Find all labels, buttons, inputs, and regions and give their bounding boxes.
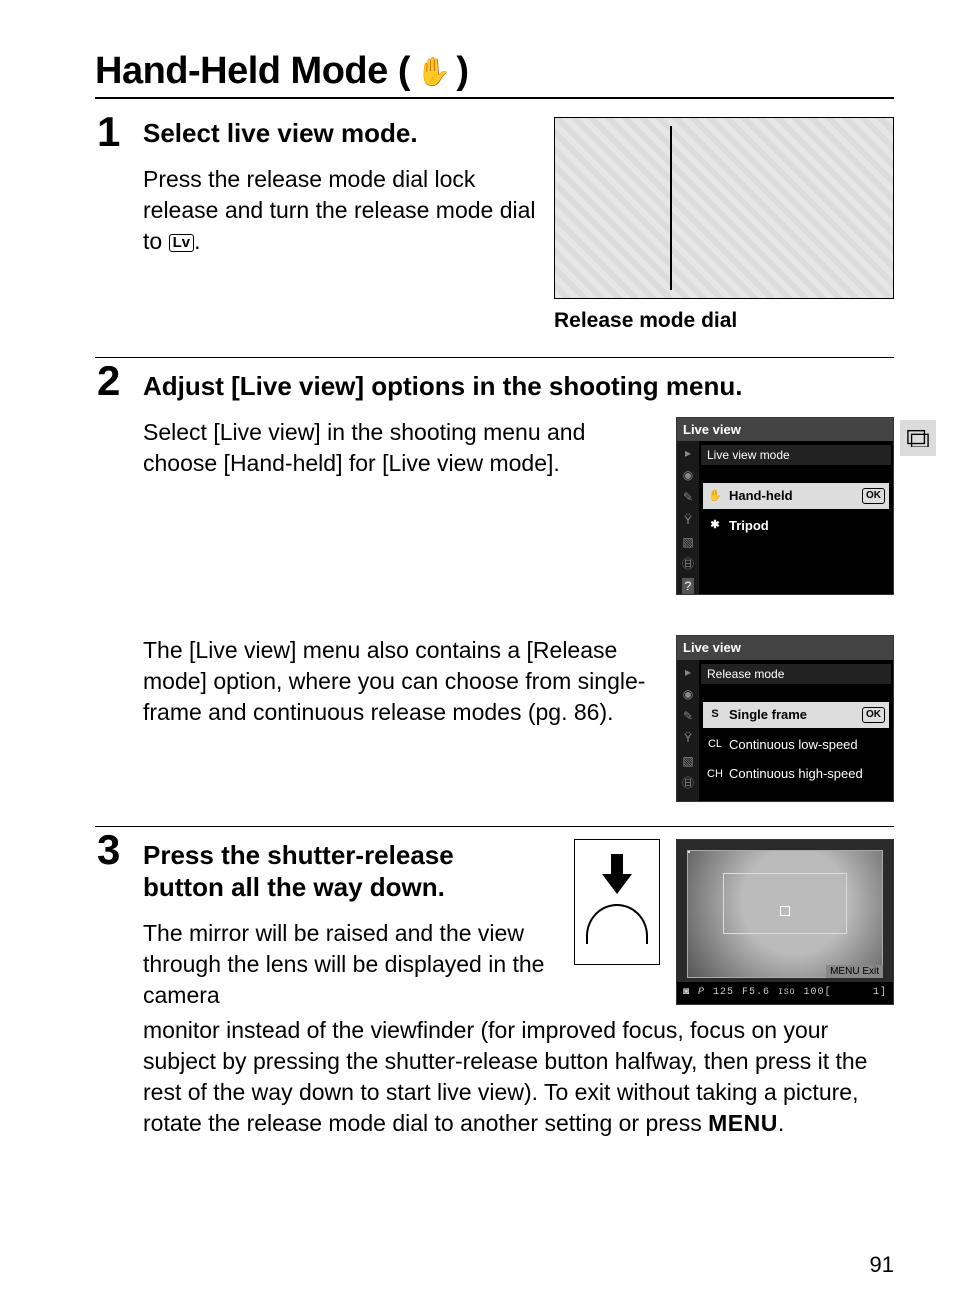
step-1-body: Press the release mode dial lock release…: [143, 164, 536, 257]
step-1-body-a: Press the release mode dial lock release…: [143, 166, 536, 254]
page-title: Hand-Held Mode ( ✋ ): [95, 50, 894, 99]
title-prefix: Hand-Held Mode (: [95, 50, 410, 93]
hand-held-icon: ✋: [416, 55, 450, 88]
menu-screenshot-live-view-mode: Live view ▸◉✎Ÿ▧㊐? Live view mode ✋ Hand-…: [676, 417, 894, 596]
lv-iso: 100[: [803, 987, 831, 998]
step-3-number: 3: [97, 829, 120, 871]
lv-glyph-icon: Lv: [169, 234, 195, 253]
step-1-heading: Select live view mode.: [143, 117, 536, 150]
step-3-para-b-wrap: monitor instead of the viewfinder (for i…: [143, 1015, 894, 1139]
lv-mode-p: P: [698, 987, 705, 998]
live-view-monitor-figure: MENU Exit ◙ P 125 F5.6 ISO 100[ 1]: [676, 839, 894, 1005]
ok-badge: OK: [862, 707, 885, 723]
menu2-row3-lead: CH: [707, 767, 723, 782]
focus-point-icon: [780, 906, 790, 916]
hand-held-item-icon: ✋: [707, 489, 723, 504]
hand-outline-icon: [586, 904, 648, 944]
live-view-info-bar: ◙ P 125 F5.6 ISO 100[ 1]: [677, 982, 893, 1004]
menu2-row2-lead: CL: [707, 737, 723, 752]
release-mode-dial-figure: [554, 117, 894, 299]
title-suffix: ): [456, 50, 468, 93]
lv-iso-label: ISO: [778, 988, 795, 997]
menu2-subtitle: Release mode: [701, 664, 891, 684]
menu-word: MENU: [708, 1110, 778, 1136]
menu2-row1-lead: S: [707, 707, 723, 722]
step-2-para2: The [Live view] menu also contains a [Re…: [143, 635, 658, 728]
live-view-frame: [687, 850, 883, 978]
step-1: 1 Select live view mode. Press the relea…: [95, 117, 894, 333]
tripod-item-icon: ✱: [707, 518, 723, 533]
lv-icon: ◙: [683, 987, 690, 998]
menu2-row3-label: Continuous high-speed: [729, 765, 863, 783]
arrow-down-icon: [602, 854, 632, 894]
menu1-item-tripod-label: Tripod: [729, 517, 769, 535]
menu1-item-handheld: ✋ Hand-held OK: [703, 483, 889, 509]
press-shutter-figure: [574, 839, 660, 965]
menu-screenshot-release-mode: Live view ▸◉✎Ÿ▧㊐ Release mode S Single f…: [676, 635, 894, 801]
menu2-row2-label: Continuous low-speed: [729, 736, 858, 754]
side-tab-icon: [900, 420, 936, 456]
menu2-item-ch: CH Continuous high-speed: [703, 761, 889, 787]
step-2-number: 2: [97, 360, 120, 402]
menu1-title: Live view: [677, 418, 893, 442]
menu2-sidebar-icons: ▸◉✎Ÿ▧㊐: [677, 660, 699, 801]
release-mode-dial-caption: Release mode dial: [554, 309, 894, 333]
menu2-title: Live view: [677, 636, 893, 660]
menu1-item-tripod: ✱ Tripod: [703, 513, 889, 539]
page-number: 91: [870, 1252, 894, 1278]
step-1-number: 1: [97, 111, 120, 153]
step-2: 2 Adjust [Live view] options in the shoo…: [95, 357, 894, 802]
menu2-item-single: S Single frame OK: [703, 702, 889, 728]
menu1-item-handheld-label: Hand-held: [729, 487, 793, 505]
menu1-sidebar-icons: ▸◉✎Ÿ▧㊐?: [677, 441, 699, 594]
menu1-subtitle: Live view mode: [701, 445, 891, 465]
step-3: 3 Press the shutter-release button all t…: [95, 826, 894, 1139]
step-3-para-c: .: [778, 1110, 784, 1136]
menu-exit-badge: MENU Exit: [826, 965, 883, 978]
step-3-para-a: The mirror will be raised and the view t…: [143, 918, 556, 1011]
lv-aperture: F5.6: [742, 987, 770, 998]
step-2-para1: Select [Live view] in the shooting menu …: [143, 417, 658, 479]
step-3-heading: Press the shutter-release button all the…: [143, 839, 503, 904]
ok-badge: OK: [862, 488, 885, 504]
lv-shutter: 125: [713, 987, 734, 998]
lv-end: 1]: [873, 987, 887, 998]
step-2-heading: Adjust [Live view] options in the shooti…: [143, 370, 894, 403]
step-1-body-b: .: [194, 228, 200, 254]
menu2-item-cl: CL Continuous low-speed: [703, 732, 889, 758]
menu2-row1-label: Single frame: [729, 706, 807, 724]
